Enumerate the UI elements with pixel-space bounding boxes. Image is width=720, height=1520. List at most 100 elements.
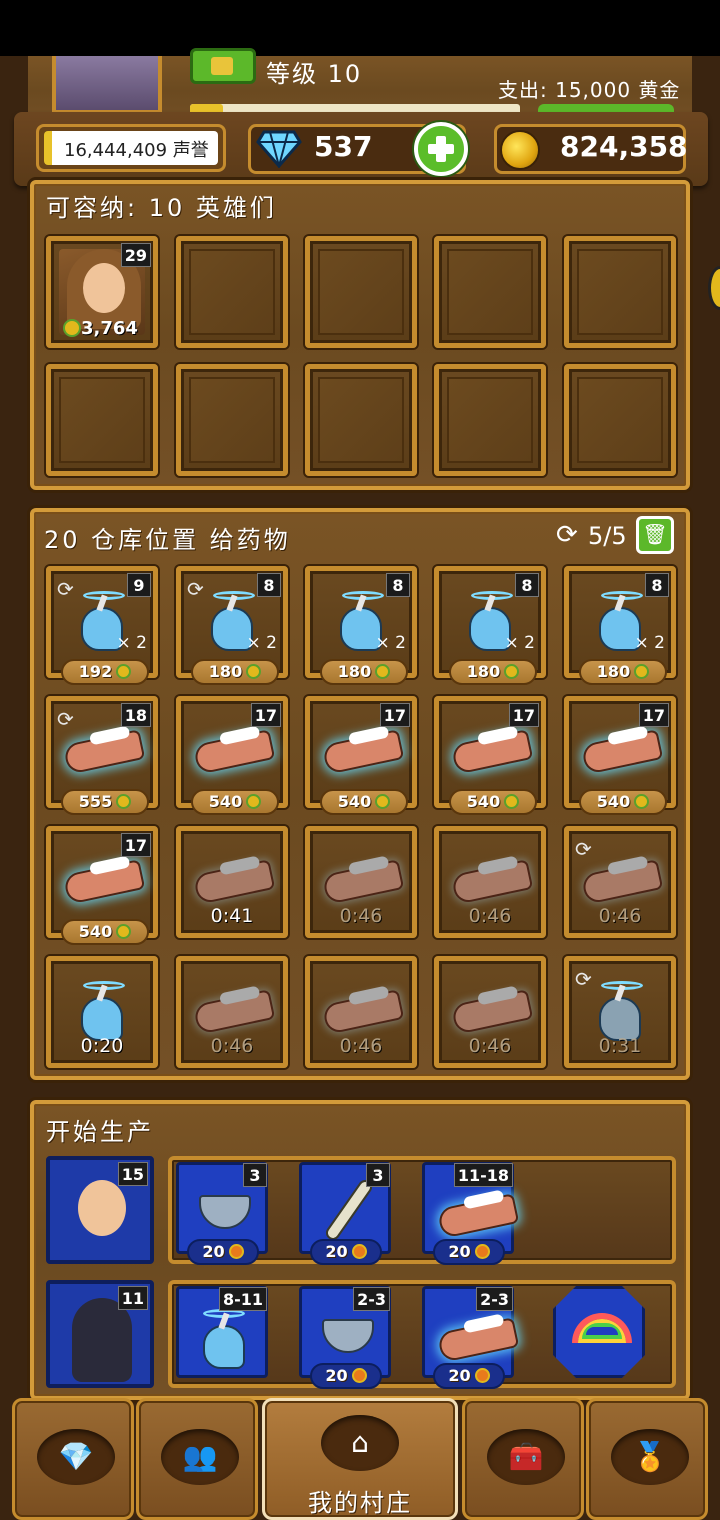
storage-slot[interactable]: 8 × 2 180 bbox=[564, 566, 676, 685]
storage-slot[interactable]: 0:20 bbox=[46, 956, 158, 1068]
building-portrait[interactable] bbox=[52, 56, 162, 114]
crafter-portrait[interactable]: 15 bbox=[46, 1156, 154, 1264]
empty-hero-slot[interactable] bbox=[564, 236, 676, 348]
empty-hero-slot[interactable] bbox=[176, 236, 288, 348]
reputation-value: 16,444,409 声誉 bbox=[44, 131, 218, 165]
recipe-cost: 20 bbox=[310, 1239, 382, 1265]
recipe-card[interactable]: 3 20 bbox=[176, 1162, 268, 1265]
recipe-card[interactable]: 11-18 20 bbox=[422, 1162, 520, 1265]
recipe-cost-value: 20 bbox=[325, 1242, 348, 1261]
item-price[interactable]: 540 bbox=[61, 919, 149, 945]
slot-inner bbox=[447, 249, 533, 335]
recipe-card[interactable]: 2-3 20 bbox=[299, 1286, 391, 1389]
storage-slot[interactable]: 0:46 bbox=[176, 956, 288, 1068]
gold-coin-icon bbox=[500, 130, 540, 170]
recipe-level: 3 bbox=[243, 1163, 267, 1187]
hero-face bbox=[83, 263, 125, 313]
item-price[interactable]: 540 bbox=[579, 789, 667, 815]
empty-hero-slot[interactable] bbox=[176, 364, 288, 476]
empty-hero-slot[interactable] bbox=[434, 364, 546, 476]
empty-hero-slot[interactable] bbox=[305, 236, 417, 348]
item-price[interactable]: 540 bbox=[320, 789, 408, 815]
arm-potion-icon bbox=[192, 729, 276, 775]
slot-inner bbox=[447, 377, 533, 463]
recipe-card[interactable]: 2-3 20 bbox=[422, 1286, 520, 1389]
people-icon: 👥 bbox=[161, 1429, 239, 1485]
item-count: × 2 bbox=[246, 633, 277, 653]
coin-icon bbox=[246, 794, 262, 809]
recipe-card[interactable]: 8-11 bbox=[176, 1286, 268, 1378]
arm-potion-icon bbox=[192, 859, 276, 905]
item-count: × 2 bbox=[375, 633, 406, 653]
item-level: 9 bbox=[127, 573, 151, 597]
craft-timer: 0:46 bbox=[339, 1035, 383, 1057]
storage-slot[interactable]: ⟳ 0:46 bbox=[564, 826, 676, 938]
nav-village-label: 我的村庄 bbox=[308, 1489, 412, 1517]
storage-slot[interactable]: ⟳ 9 × 2 192 bbox=[46, 566, 158, 685]
storage-slot[interactable]: 17 540 bbox=[434, 696, 546, 815]
item-level: 17 bbox=[638, 703, 669, 727]
storage-slot[interactable]: 0:46 bbox=[305, 826, 417, 938]
upkeep-cost: 支出: 15,000 黄金 bbox=[498, 78, 681, 102]
storage-slot[interactable]: ⟳ 0:31 bbox=[564, 956, 676, 1068]
recipe-card[interactable]: 3 20 bbox=[299, 1162, 391, 1265]
storage-slot[interactable]: 0:41 bbox=[176, 826, 288, 938]
nav-village-button[interactable]: ⌂ 我的村庄 bbox=[262, 1398, 458, 1520]
item-level: 18 bbox=[120, 703, 151, 727]
arm-potion-icon bbox=[436, 1317, 520, 1363]
storage-slot[interactable]: 0:46 bbox=[305, 956, 417, 1068]
item-price[interactable]: 540 bbox=[191, 789, 279, 815]
arm-potion-icon bbox=[580, 729, 664, 775]
storage-slot[interactable]: ⟳ 8 × 2 180 bbox=[176, 566, 288, 685]
coin-icon bbox=[116, 924, 132, 939]
item-price[interactable]: 192 bbox=[61, 659, 149, 685]
nav-achievements-button[interactable]: 🏅 bbox=[586, 1398, 708, 1520]
slot-inner bbox=[577, 377, 663, 463]
storage-slot[interactable]: 17 540 bbox=[564, 696, 676, 815]
recipe-level: 11-18 bbox=[453, 1163, 513, 1187]
storage-slot[interactable]: 8 × 2 180 bbox=[434, 566, 546, 685]
storage-title: 20 仓库位置 给药物 bbox=[44, 526, 291, 554]
gold-value: 824,358 bbox=[560, 130, 688, 163]
buy-gems-button[interactable] bbox=[414, 122, 468, 176]
storage-slot[interactable]: ⟳ 18 555 bbox=[46, 696, 158, 815]
hero-slot[interactable]: 29 3,764 bbox=[46, 236, 158, 348]
item-price[interactable]: 180 bbox=[191, 659, 279, 685]
recipe-level: 2-3 bbox=[353, 1287, 390, 1311]
coin-icon bbox=[504, 664, 520, 679]
arm-potion-icon bbox=[192, 989, 276, 1035]
recipe-cost: 20 bbox=[310, 1363, 382, 1389]
item-price[interactable]: 180 bbox=[579, 659, 667, 685]
item-price[interactable]: 555 bbox=[61, 789, 149, 815]
side-coin-icon[interactable] bbox=[708, 266, 720, 310]
crafter-portrait[interactable]: 11 bbox=[46, 1280, 154, 1388]
storage-slot[interactable]: 17 540 bbox=[176, 696, 288, 815]
storage-slot[interactable]: 17 540 bbox=[305, 696, 417, 815]
level-up-badge[interactable] bbox=[190, 48, 256, 84]
empty-hero-slot[interactable] bbox=[46, 364, 158, 476]
craft-timer: 0:20 bbox=[80, 1035, 124, 1057]
recipe-cost: 20 bbox=[433, 1239, 505, 1265]
storage-slot[interactable]: 0:46 bbox=[434, 956, 546, 1068]
hero-price: 3,764 bbox=[63, 318, 138, 339]
nav-chest-button[interactable]: 🧰 bbox=[462, 1398, 584, 1520]
storage-slot[interactable]: 8 × 2 180 bbox=[305, 566, 417, 685]
storage-slot[interactable]: 17 540 bbox=[46, 826, 158, 945]
empty-hero-slot[interactable] bbox=[564, 364, 676, 476]
rainbow-icon bbox=[572, 1313, 632, 1343]
nav-shop-button[interactable]: 💎 bbox=[12, 1398, 134, 1520]
rainbow-recipe[interactable] bbox=[553, 1286, 645, 1378]
trash-button[interactable]: 🗑 bbox=[636, 516, 674, 554]
item-price[interactable]: 540 bbox=[449, 789, 537, 815]
empty-hero-slot[interactable] bbox=[305, 364, 417, 476]
coin-icon bbox=[351, 1244, 367, 1259]
item-price[interactable]: 180 bbox=[449, 659, 537, 685]
nav-heroes-button[interactable]: 👥 bbox=[136, 1398, 258, 1520]
storage-slot[interactable]: 0:46 bbox=[434, 826, 546, 938]
item-price[interactable]: 180 bbox=[320, 659, 408, 685]
coin-icon bbox=[228, 1244, 244, 1259]
empty-hero-slot[interactable] bbox=[434, 236, 546, 348]
status-bar bbox=[0, 0, 720, 56]
refresh-icon: ⟳ bbox=[556, 520, 578, 550]
craft-timer: 0:46 bbox=[339, 905, 383, 927]
